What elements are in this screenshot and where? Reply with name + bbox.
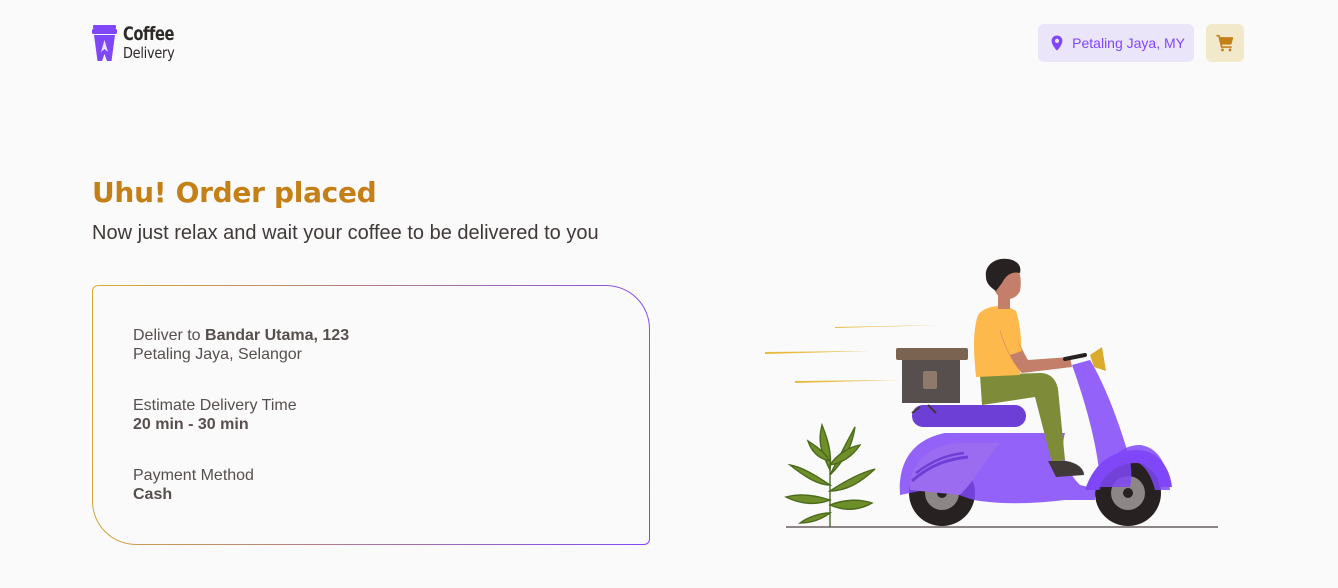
delivery-scooter-illustration [760,255,1230,535]
cart-button[interactable] [1206,24,1244,62]
page-subtitle: Now just relax and wait your coffee to b… [92,222,599,244]
coffee-cup-icon [92,25,117,61]
map-pin-icon [1051,35,1063,51]
shopping-cart-icon [1216,34,1234,52]
delivery-time-value: 20 min - 30 min [133,416,249,433]
payment-method: Payment Method Cash [133,466,254,504]
location-label: Petaling Jaya, MY [1072,35,1185,51]
logo-title: Coffee [123,23,175,45]
deliver-address: Bandar Utama, 123 [205,327,350,344]
delivery-time-label: Estimate Delivery Time [133,397,297,414]
deliver-prefix: Deliver to [133,327,206,344]
logo-subtitle: Delivery [123,44,175,62]
order-info-card: Deliver to Bandar Utama, 123 Petaling Ja… [92,285,650,545]
payment-method-value: Cash [133,486,173,503]
location-badge[interactable]: Petaling Jaya, MY [1038,24,1194,62]
logo[interactable]: Coffee Delivery [92,23,183,63]
delivery-address: Deliver to Bandar Utama, 123 Petaling Ja… [133,326,349,364]
deliver-city: Petaling Jaya, Selangor [133,346,302,363]
delivery-time: Estimate Delivery Time 20 min - 30 min [133,396,297,434]
page-title: Uhu! Order placed [92,176,377,209]
header: Coffee Delivery Petaling Jaya, MY [92,22,1244,64]
payment-method-label: Payment Method [133,467,254,484]
